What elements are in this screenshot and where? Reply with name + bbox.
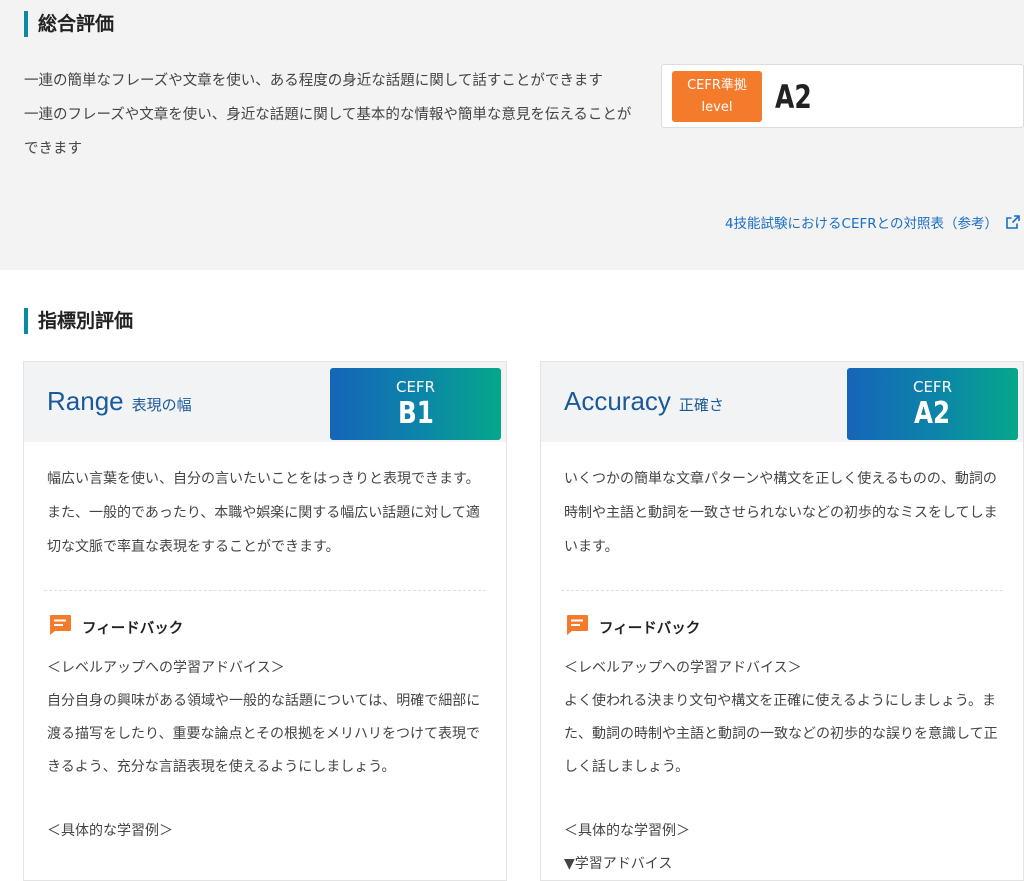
overall-desc-line2: 一連のフレーズや文章を使い、身近な話題に関して基本的な情報や簡単な意見を伝えるこ… [24,107,632,157]
card-description: 幅広い言葉を使い、自分の言いたいことをはっきりと表現できます。また、一般的であっ… [47,471,480,555]
card-description: いくつかの簡単な文章パターンや構文を正しく使えるものの、動詞の時制や主語と動詞を… [564,471,998,555]
feedback-icon [565,614,589,640]
feedback-icon [48,614,72,640]
example-heading: ＜具体的な学習例＞ [47,823,173,839]
card-subtitle: 正確さ [678,396,724,414]
divider [44,590,486,591]
feedback-header: フィードバック [565,614,700,640]
card-header: Range 表現の幅 CEFR B1 [24,362,506,442]
card-title-text: Accuracy [564,386,671,416]
cefr-badge-value: A2 [914,396,951,431]
overall-level-value: A2 [775,78,812,116]
card-subtitle: 表現の幅 [131,396,192,414]
card-title: Range 表現の幅 [47,386,192,417]
divider [561,590,1003,591]
cefr-comparison-link[interactable]: 4技能試験におけるCEFRとの対照表（参考） [725,212,1020,232]
overall-heading: 総合評価 [24,11,114,37]
accuracy-card: Accuracy 正確さ CEFR A2 いくつかの簡単な文章パターンや構文を正し… [540,361,1024,881]
external-link-icon [1006,215,1020,229]
advice-heading: ＜レベルアップへの学習アドバイス＞ [564,660,802,676]
feedback-title: フィードバック [82,620,184,637]
indicator-heading: 指標別評価 [24,308,133,334]
cefr-badge: CEFR A2 [847,368,1018,440]
cefr-level-tag-line2: level [701,100,733,115]
advice-heading: ＜レベルアップへの学習アドバイス＞ [47,660,285,676]
example-text: ▼学習アドバイス [564,856,673,872]
card-title-text: Range [47,386,124,416]
overall-level-box: CEFR準拠 level A2 [661,64,1024,128]
cefr-level-tag: CEFR準拠 level [672,71,762,122]
card-header: Accuracy 正確さ CEFR A2 [541,362,1023,442]
overall-description: 一連の簡単なフレーズや文章を使い、ある程度の身近な話題に関して話すことができます… [24,64,634,166]
example-heading: ＜具体的な学習例＞ [564,823,690,839]
cefr-comparison-link-label: 4技能試験におけるCEFRとの対照表（参考） [724,216,998,232]
overall-evaluation-section: 総合評価 一連の簡単なフレーズや文章を使い、ある程度の身近な話題に関して話すこと… [0,0,1024,270]
advice-text: 自分自身の興味がある領域や一般的な話題については、明確で細部に渡る描写をしたり、… [47,693,481,775]
feedback-title: フィードバック [599,620,701,637]
advice-text: よく使われる決まり文句や構文を正確に使えるようにしましょう。また、動詞の時制や主… [564,693,998,775]
feedback-body: ＜レベルアップへの学習アドバイス＞ よく使われる決まり文句や構文を正確に使えるよ… [564,652,1008,881]
cefr-badge-label: CEFR [395,378,435,396]
card-title: Accuracy 正確さ [564,386,724,417]
range-card: Range 表現の幅 CEFR B1 幅広い言葉を使い、自分の言いたいことをはっき… [23,361,507,881]
feedback-body: ＜レベルアップへの学習アドバイス＞ 自分自身の興味がある領域や一般的な話題につい… [47,652,491,848]
cefr-badge-label: CEFR [912,378,952,396]
overall-desc-line1: 一連の簡単なフレーズや文章を使い、ある程度の身近な話題に関して話すことができます [24,73,603,89]
cefr-badge-value: B1 [397,396,434,431]
cefr-level-tag-line1: CEFR準拠 [687,78,747,93]
feedback-header: フィードバック [48,614,183,640]
cefr-badge: CEFR B1 [330,368,501,440]
